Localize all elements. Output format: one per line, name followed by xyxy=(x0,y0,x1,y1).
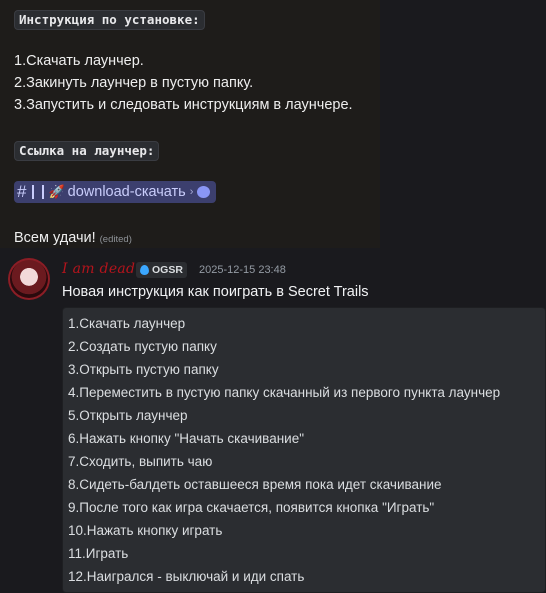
list-item: 12.Наигрался - выключай и иди спать xyxy=(68,569,305,584)
avatar[interactable] xyxy=(8,258,50,300)
rocket-icon: 🚀 xyxy=(48,184,65,199)
edited-label: (edited) xyxy=(99,234,132,245)
list-item: 10.Нажать кнопку играть xyxy=(68,523,223,538)
server-tag-label: OGSR xyxy=(152,264,183,276)
list-item: 3.Открыть пустую папку xyxy=(68,362,219,377)
message-title: Новая инструкция как поиграть в Secret T… xyxy=(62,284,369,300)
install-step-2: 2.Закинуть лаунчер в пустую папку. xyxy=(14,75,254,91)
server-tag[interactable]: OGSR xyxy=(136,262,187,278)
droplet-icon xyxy=(140,265,149,275)
install-header-code: Инструкция по установке: xyxy=(14,10,205,30)
chat-bubble-icon xyxy=(197,186,211,198)
username[interactable]: I am dead xyxy=(62,261,135,277)
list-item: 6.Нажать кнопку "Начать скачивание" xyxy=(68,431,304,446)
channel-name: download-скачать xyxy=(67,184,186,200)
closing-text: Всем удачи! xyxy=(14,230,96,246)
list-item: 7.Сходить, выпить чаю xyxy=(68,454,213,469)
thread-icon xyxy=(32,185,45,199)
list-item: 9.После того как игра скачается, появитс… xyxy=(68,500,435,515)
list-item: 4.Переместить в пустую папку скачанный и… xyxy=(68,385,501,400)
chevron-right-icon: › xyxy=(189,186,194,198)
list-item: 2.Создать пустую папку xyxy=(68,339,217,354)
install-step-3: 3.Запустить и следовать инструкциям в ла… xyxy=(14,97,353,113)
list-item: 11.Играть xyxy=(68,546,129,561)
closing-line: Всем удачи! (edited) xyxy=(14,229,132,249)
link-header-code: Ссылка на лаунчер: xyxy=(14,141,160,161)
channel-mention-link[interactable]: # 🚀 download-скачать › xyxy=(14,181,217,203)
list-item: 5.Открыть лаунчер xyxy=(68,408,188,423)
list-item: 1.Скачать лаунчер xyxy=(68,316,186,331)
previous-message xyxy=(0,0,380,248)
list-item: 8.Сидеть-балдеть оставшееся время пока и… xyxy=(68,477,442,492)
timestamp: 2025-12-15 23:48 xyxy=(199,264,286,276)
hash-icon: # xyxy=(17,182,27,201)
install-step-1: 1.Скачать лаунчер. xyxy=(14,53,144,69)
